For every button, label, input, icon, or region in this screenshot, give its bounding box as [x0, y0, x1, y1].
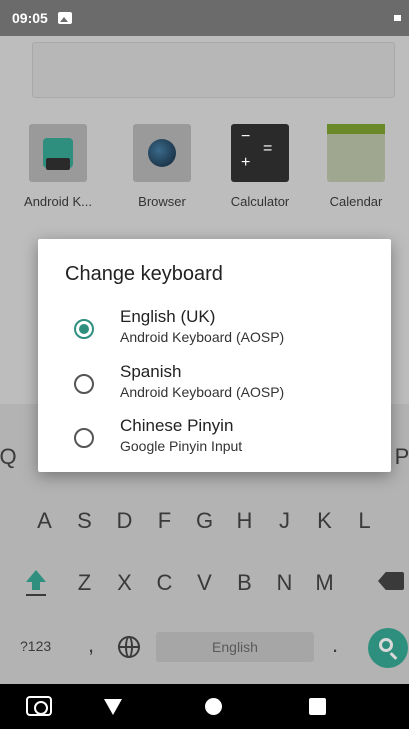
comma-key[interactable]: , — [88, 632, 94, 658]
key-m[interactable]: M — [305, 570, 345, 596]
key-z[interactable]: Z — [65, 570, 105, 596]
app-label: Browser — [138, 194, 186, 209]
key-v[interactable]: V — [185, 570, 225, 596]
calculator-app-icon: − = + — [231, 124, 289, 182]
key-n[interactable]: N — [265, 570, 305, 596]
image-notification-icon — [57, 12, 72, 24]
language-globe-icon[interactable] — [118, 636, 140, 658]
recents-icon[interactable] — [309, 698, 326, 715]
key-s[interactable]: S — [65, 508, 105, 534]
key-j[interactable]: J — [265, 508, 305, 534]
app-label: Android K... — [24, 194, 92, 209]
key-l[interactable]: L — [345, 508, 385, 534]
option-english-uk[interactable]: English (UK) Android Keyboard (AOSP) — [38, 303, 391, 353]
key-f[interactable]: F — [145, 508, 185, 534]
browser-app-icon — [133, 124, 191, 182]
period-key[interactable]: . — [332, 632, 338, 658]
key-c[interactable]: C — [145, 570, 185, 596]
calendar-app-icon — [327, 124, 385, 182]
option-title: English (UK) — [120, 307, 216, 326]
screenshot-camera-icon[interactable] — [26, 696, 52, 716]
symbols-key[interactable]: ?123 — [20, 638, 51, 654]
status-bar: 09:05 — [0, 0, 409, 36]
back-icon[interactable] — [104, 699, 122, 715]
key-d[interactable]: D — [105, 508, 145, 534]
android-keyboard-app-icon — [29, 124, 87, 182]
dialog-title: Change keyboard — [65, 263, 223, 285]
key-a[interactable]: A — [25, 508, 65, 534]
option-subtitle: Android Keyboard (AOSP) — [120, 329, 285, 345]
keyboard-row-2: A S D F G H J K L — [0, 508, 409, 534]
key-h[interactable]: H — [225, 508, 265, 534]
search-icon — [379, 638, 393, 652]
keyboard-row-3: Z X C V B N M — [0, 570, 409, 596]
option-subtitle: Android Keyboard (AOSP) — [120, 384, 285, 400]
key-g[interactable]: G — [185, 508, 225, 534]
key-q[interactable]: Q — [0, 444, 28, 470]
key-k[interactable]: K — [305, 508, 345, 534]
app-browser[interactable]: Browser — [116, 124, 208, 209]
space-bar[interactable]: English — [156, 632, 314, 662]
status-time: 09:05 — [12, 10, 48, 26]
option-chinese-pinyin[interactable]: Chinese Pinyin Google Pinyin Input — [38, 412, 391, 462]
app-calculator[interactable]: − = + Calculator — [214, 124, 306, 209]
app-label: Calendar — [329, 194, 383, 209]
key-x[interactable]: X — [105, 570, 145, 596]
keyboard-bottom-row: ?123 , English . — [0, 628, 409, 668]
navigation-bar — [0, 684, 409, 729]
option-spanish[interactable]: Spanish Android Keyboard (AOSP) — [38, 358, 391, 408]
option-title: Chinese Pinyin — [120, 416, 234, 435]
home-icon[interactable] — [205, 698, 222, 715]
radio-button-checked[interactable] — [74, 319, 94, 339]
option-title: Spanish — [120, 362, 182, 381]
search-enter-button[interactable] — [368, 628, 408, 668]
battery-icon — [394, 15, 401, 21]
app-calendar[interactable]: Calendar — [310, 124, 402, 209]
radio-button[interactable] — [74, 374, 94, 394]
option-subtitle: Google Pinyin Input — [120, 438, 243, 454]
app-android-keyboard[interactable]: Android K... — [12, 124, 104, 209]
search-widget[interactable] — [32, 42, 395, 98]
app-label: Calculator — [230, 194, 290, 209]
radio-button[interactable] — [74, 428, 94, 448]
change-keyboard-dialog: Change keyboard English (UK) Android Key… — [38, 239, 391, 472]
key-b[interactable]: B — [225, 570, 265, 596]
